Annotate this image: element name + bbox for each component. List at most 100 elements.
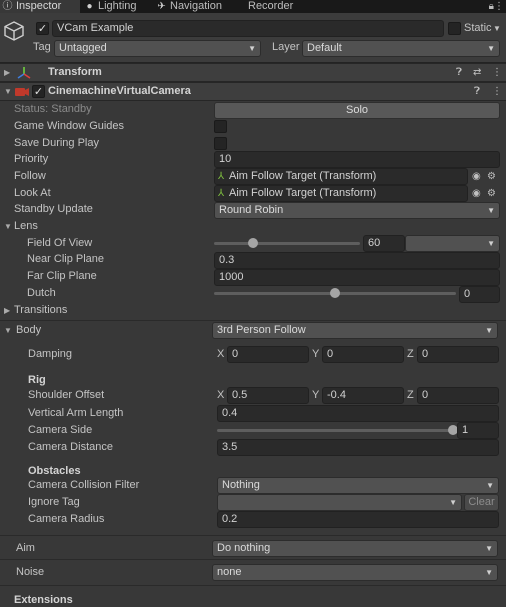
camera-radius-label: Camera Radius bbox=[28, 513, 105, 525]
priority-label: Priority bbox=[14, 153, 49, 165]
gear-icon[interactable]: ⚙ bbox=[487, 185, 496, 202]
solo-button[interactable]: Solo bbox=[214, 102, 500, 119]
far-clip-label: Far Clip Plane bbox=[27, 270, 97, 282]
tag-label: Tag bbox=[33, 41, 51, 53]
axis-z-label: Z bbox=[407, 389, 414, 401]
tab-label: Inspector bbox=[16, 0, 62, 12]
lens-foldout-label[interactable]: Lens bbox=[14, 219, 38, 234]
noise-dropdown[interactable]: none ▼ bbox=[212, 564, 498, 581]
more-menu-icon[interactable]: ⋮ bbox=[492, 83, 502, 100]
damping-x-field[interactable]: 0 bbox=[227, 346, 309, 363]
shoulder-x-field[interactable]: 0.5 bbox=[227, 387, 309, 404]
extensions-heading: Extensions bbox=[14, 594, 73, 606]
tab-recorder[interactable]: Recorder bbox=[232, 0, 302, 13]
axis-x-label: X bbox=[217, 348, 225, 360]
component-enabled-checkbox[interactable]: ✓ bbox=[32, 85, 45, 98]
chevron-down-icon: ▼ bbox=[248, 44, 256, 53]
fov-label: Field Of View bbox=[27, 237, 93, 249]
shoulder-z-field[interactable]: 0 bbox=[417, 387, 499, 404]
damping-y-field[interactable]: 0 bbox=[322, 346, 404, 363]
vertical-arm-length-label: Vertical Arm Length bbox=[28, 407, 124, 419]
fov-slider-track[interactable] bbox=[214, 242, 360, 245]
foldout-expanded-icon[interactable]: ▼ bbox=[4, 84, 12, 99]
shoulder-offset-label: Shoulder Offset bbox=[28, 389, 105, 401]
aim-dropdown[interactable]: Do nothing ▼ bbox=[212, 540, 498, 557]
more-menu-icon[interactable]: ⋮ bbox=[494, 0, 504, 13]
camera-distance-field[interactable]: 3.5 bbox=[217, 439, 499, 456]
static-label: Static bbox=[464, 22, 492, 34]
foldout-expanded-icon[interactable]: ▼ bbox=[4, 323, 12, 338]
static-checkbox[interactable] bbox=[448, 22, 461, 35]
layer-dropdown[interactable]: Default ▼ bbox=[302, 40, 500, 57]
chevron-down-icon[interactable]: ▼ bbox=[493, 21, 501, 36]
damping-z-field[interactable]: 0 bbox=[417, 346, 499, 363]
layer-label: Layer bbox=[272, 41, 300, 53]
object-name-field[interactable]: VCam Example bbox=[52, 20, 444, 37]
body-mode-dropdown[interactable]: 3rd Person Follow ▼ bbox=[212, 322, 498, 339]
far-clip-field[interactable]: 1000 bbox=[214, 269, 500, 286]
chevron-down-icon: ▼ bbox=[487, 239, 495, 248]
dutch-slider-thumb[interactable] bbox=[330, 288, 340, 298]
camera-radius-field[interactable]: 0.2 bbox=[217, 511, 499, 528]
save-during-play-label: Save During Play bbox=[14, 137, 99, 149]
gameobject-cube-icon bbox=[4, 21, 24, 41]
near-clip-label: Near Clip Plane bbox=[27, 253, 105, 265]
transform-axes-icon: ⅄ bbox=[218, 188, 225, 199]
follow-field[interactable]: ⅄ Aim Follow Target (Transform) bbox=[214, 168, 468, 185]
priority-field[interactable]: 10 bbox=[214, 151, 500, 168]
standby-update-dropdown[interactable]: Round Robin ▼ bbox=[214, 202, 500, 219]
chevron-down-icon: ▼ bbox=[485, 326, 493, 335]
follow-value: Aim Follow Target (Transform) bbox=[229, 170, 377, 182]
body-foldout-label[interactable]: Body bbox=[16, 323, 41, 338]
ignore-tag-dropdown[interactable]: ▼ bbox=[217, 494, 462, 511]
camera-collision-filter-label: Camera Collision Filter bbox=[28, 479, 140, 491]
dutch-field[interactable]: 0 bbox=[459, 286, 500, 303]
camera-side-field[interactable]: 1 bbox=[457, 422, 499, 439]
lookat-label: Look At bbox=[14, 187, 51, 199]
info-icon: ⓘ bbox=[2, 1, 13, 12]
chevron-down-icon: ▼ bbox=[487, 44, 495, 53]
standby-update-label: Standby Update bbox=[14, 203, 93, 215]
foldout-collapsed-icon[interactable]: ▶ bbox=[4, 303, 10, 318]
tab-label: Lighting bbox=[98, 0, 137, 12]
help-icon[interactable]: ❓︎ bbox=[474, 83, 480, 100]
foldout-expanded-icon[interactable]: ▼ bbox=[4, 219, 12, 234]
near-clip-field[interactable]: 0.3 bbox=[214, 252, 500, 269]
chevron-down-icon: ▼ bbox=[485, 544, 493, 553]
save-during-play-checkbox[interactable] bbox=[214, 137, 227, 150]
transitions-foldout-label[interactable]: Transitions bbox=[14, 303, 67, 318]
camera-collision-filter-dropdown[interactable]: Nothing ▼ bbox=[217, 477, 499, 494]
lookat-field[interactable]: ⅄ Aim Follow Target (Transform) bbox=[214, 185, 468, 202]
foldout-collapsed-icon[interactable]: ▶ bbox=[4, 65, 10, 80]
camera-side-slider-track[interactable] bbox=[217, 429, 453, 432]
object-picker-icon[interactable]: ◉ bbox=[472, 168, 481, 185]
game-window-guides-checkbox[interactable] bbox=[214, 120, 227, 133]
more-menu-icon[interactable]: ⋮ bbox=[492, 64, 502, 81]
vcam-component-header[interactable]: ▼ ✓ CinemachineVirtualCamera ❓︎ ⋮ bbox=[0, 82, 506, 101]
vertical-arm-length-field[interactable]: 0.4 bbox=[217, 405, 499, 422]
obstacles-heading: Obstacles bbox=[28, 465, 81, 477]
fov-slider-thumb[interactable] bbox=[248, 238, 259, 248]
tag-dropdown[interactable]: Untagged ▼ bbox=[54, 40, 261, 57]
tab-lighting[interactable]: ● Lighting bbox=[82, 0, 152, 13]
camera-distance-label: Camera Distance bbox=[28, 441, 113, 453]
tab-navigation[interactable]: ✈ Navigation bbox=[154, 0, 238, 13]
shoulder-y-field[interactable]: -0.4 bbox=[322, 387, 404, 404]
camera-collision-filter-value: Nothing bbox=[222, 479, 260, 491]
active-checkbox[interactable]: ✓ bbox=[36, 22, 49, 35]
body-mode-value: 3rd Person Follow bbox=[217, 324, 306, 336]
object-picker-icon[interactable]: ◉ bbox=[472, 185, 481, 202]
fov-preset-dropdown[interactable]: ▼ bbox=[405, 235, 500, 252]
noise-label: Noise bbox=[16, 566, 45, 578]
help-icon[interactable]: ❓︎ bbox=[456, 64, 462, 81]
game-window-guides-label: Game Window Guides bbox=[14, 120, 125, 132]
clear-button[interactable]: Clear bbox=[464, 494, 499, 511]
transform-title: Transform bbox=[48, 66, 102, 78]
gear-icon[interactable]: ⚙ bbox=[487, 168, 496, 185]
transform-component-header[interactable]: ▶ Transform ❓︎ ⇄ ⋮ bbox=[0, 63, 506, 82]
fov-field[interactable]: 60 bbox=[363, 235, 405, 252]
follow-label: Follow bbox=[14, 170, 46, 182]
tab-inspector[interactable]: ⓘ Inspector bbox=[0, 0, 80, 13]
preset-icon[interactable]: ⇄ bbox=[473, 64, 481, 81]
chevron-down-icon: ▼ bbox=[449, 498, 457, 507]
